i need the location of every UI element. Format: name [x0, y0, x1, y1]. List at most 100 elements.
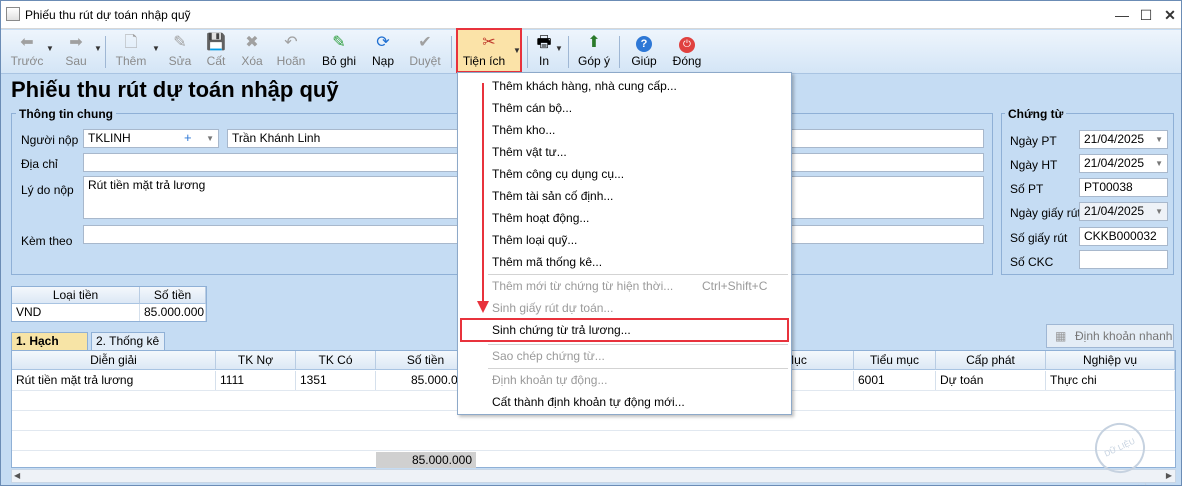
no-pt-label: Số PT	[1010, 182, 1044, 196]
cell-desc[interactable]: Rút tiền mặt trả lương	[12, 371, 216, 390]
utilities-dropdown-icon: ▼	[513, 46, 521, 55]
print-dropdown-icon[interactable]: ▼	[555, 44, 563, 53]
menu-item-copy-voucher[interactable]: Sao chép chứng từ...	[460, 345, 789, 367]
cell-capphat[interactable]: Dự toán	[936, 371, 1046, 390]
save-button[interactable]: 💾 Cất	[199, 32, 233, 72]
maximize-button[interactable]: ☐	[1135, 5, 1157, 25]
menu-item-add-activity[interactable]: Thêm hoạt động...	[460, 207, 789, 229]
general-info-title: Thông tin chung	[16, 107, 116, 121]
menu-item-add-tools[interactable]: Thêm công cụ dụng cụ...	[460, 163, 789, 185]
approve-button[interactable]: ✔ Duyệt	[405, 32, 445, 72]
delete-icon: ✖	[245, 34, 259, 51]
menu-item-add-customer[interactable]: Thêm khách hàng, nhà cung cấp...	[460, 75, 789, 97]
attach-label: Kèm theo	[21, 234, 73, 248]
cell-debit[interactable]: 1111	[216, 371, 296, 390]
date-pt-picker[interactable]: 21/04/2025 ▼	[1079, 130, 1168, 149]
toolbar-separator	[105, 36, 106, 68]
total-amount: 85.000.000	[376, 452, 476, 468]
menu-item-add-material[interactable]: Thêm vật tư...	[460, 141, 789, 163]
checkmark-icon: ✔	[418, 34, 432, 51]
unpost-icon: ✎	[332, 34, 346, 51]
date-wd-picker[interactable]: 21/04/2025 ▼	[1079, 202, 1168, 221]
chevron-down-icon[interactable]: ▼	[206, 131, 214, 146]
delete-button[interactable]: ✖ Xóa	[235, 32, 269, 72]
currency-amount-cell[interactable]: 85.000.000	[140, 304, 206, 321]
tools-icon: ✂	[482, 34, 496, 51]
menu-item-add-stat-code[interactable]: Thêm mã thống kê...	[460, 251, 789, 273]
menu-item-new-from-current[interactable]: Thêm mới từ chứng từ hiện thời... Ctrl+S…	[460, 275, 789, 297]
toolbar-separator	[451, 36, 452, 68]
scroll-right-icon[interactable]: ▶	[1166, 470, 1172, 482]
prev-dropdown-icon[interactable]: ▼	[46, 44, 54, 53]
payer-label: Người nộp	[21, 133, 79, 147]
menu-item-add-fixed-asset[interactable]: Thêm tài sản cố định...	[460, 185, 789, 207]
toolbar-separator	[568, 36, 569, 68]
unpost-button[interactable]: ✎ Bỏ ghi	[319, 32, 359, 72]
col-header-desc: Diễn giải	[12, 351, 216, 370]
menu-item-add-staff[interactable]: Thêm cán bộ...	[460, 97, 789, 119]
no-ckc-label: Số CKC	[1010, 255, 1054, 269]
quick-entry-icon: ▦	[1055, 329, 1067, 343]
tab-stats[interactable]: 2. Thống kê	[91, 332, 165, 350]
arrow-left-icon: ⬅	[20, 34, 34, 51]
chevron-down-icon[interactable]: ▼	[1155, 156, 1163, 171]
cell-tieumuc[interactable]: 6001	[854, 371, 936, 390]
cell-nghiepvu[interactable]: Thực chi	[1046, 371, 1175, 390]
next-dropdown-icon[interactable]: ▼	[94, 44, 102, 53]
arrow-right-icon: ➡	[69, 34, 83, 51]
toolbar: ⬅ Trước ▼ ➡ Sau ▼ 🗋 Thêm ▼ ✎ Sửa 💾 Cất ✖…	[1, 28, 1181, 74]
prev-button[interactable]: ⬅ Trước	[9, 32, 45, 72]
date-ht-label: Ngày HT	[1010, 158, 1058, 172]
reload-button[interactable]: ⟳ Nạp	[365, 32, 401, 72]
menu-item-add-warehouse[interactable]: Thêm kho...	[460, 119, 789, 141]
payer-code-combo[interactable]: TKLINH + ▼	[83, 129, 219, 148]
scroll-left-icon[interactable]: ◀	[14, 470, 20, 482]
annotation-arrow	[477, 83, 489, 313]
no-wd-field[interactable]: CKKB000032	[1079, 227, 1168, 246]
chevron-down-icon[interactable]: ▼	[1155, 204, 1163, 219]
menu-item-add-fund-type[interactable]: Thêm loại quỹ...	[460, 229, 789, 251]
horizontal-scrollbar[interactable]: ◀ ▶	[11, 469, 1176, 483]
title-bar: Phiếu thu rút dự toán nhập quỹ — ☐ ✕	[1, 1, 1181, 29]
help-icon: ?	[626, 33, 662, 53]
cell-credit[interactable]: 1351	[296, 371, 376, 390]
col-header-debit: TK Nợ	[216, 351, 296, 370]
currency-type-header: Loại tiền	[12, 287, 140, 304]
reason-label: Lý do nộp	[21, 183, 74, 197]
window: Phiếu thu rút dự toán nhập quỹ — ☐ ✕ ⬅ T…	[0, 0, 1182, 486]
add-dropdown-icon[interactable]: ▼	[152, 44, 160, 53]
print-button[interactable]: 🖶 In	[531, 32, 557, 72]
utilities-button[interactable]: ✂ Tiện ích ▼	[456, 28, 522, 73]
no-pt-field[interactable]: PT00038	[1079, 178, 1168, 197]
feedback-button[interactable]: ⬆ Góp ý	[575, 32, 613, 72]
date-pt-label: Ngày PT	[1010, 134, 1057, 148]
edit-button[interactable]: ✎ Sửa	[163, 32, 197, 72]
no-ckc-field[interactable]	[1079, 250, 1168, 269]
menu-item-generate-withdrawal[interactable]: Sinh giấy rút dự toán...	[460, 297, 789, 319]
undo-icon: ↶	[284, 34, 298, 51]
minimize-button[interactable]: —	[1111, 5, 1133, 25]
close-button[interactable]: ⏻ Đóng	[668, 32, 706, 72]
close-window-button[interactable]: ✕	[1159, 5, 1181, 25]
printer-icon: 🖶	[536, 34, 552, 51]
currency-type-cell[interactable]: VND	[12, 304, 140, 321]
toolbar-separator	[527, 36, 528, 68]
next-button[interactable]: ➡ Sau	[59, 32, 93, 72]
menu-item-save-auto-entry[interactable]: Cất thành định khoản tự động mới...	[460, 391, 789, 413]
date-wd-label: Ngày giấy rút	[1010, 206, 1081, 220]
quick-entry-button[interactable]: ▦ Định khoản nhanh	[1046, 324, 1174, 348]
tab-accounting[interactable]: 1. Hạch toán	[11, 332, 88, 364]
undo-button[interactable]: ↶ Hoãn	[273, 32, 309, 72]
menu-item-auto-entry[interactable]: Định khoản tự động...	[460, 369, 789, 391]
toolbar-separator	[619, 36, 620, 68]
help-button[interactable]: ? Giúp	[626, 32, 662, 72]
currency-table: Loại tiền Số tiền VND 85.000.000	[11, 286, 207, 322]
date-ht-picker[interactable]: 21/04/2025 ▼	[1079, 154, 1168, 173]
menu-item-generate-payroll[interactable]: Sinh chứng từ trả lương...	[460, 318, 789, 342]
feedback-icon: ⬆	[587, 34, 601, 51]
chevron-down-icon[interactable]: ▼	[1155, 132, 1163, 147]
add-button[interactable]: 🗋 Thêm	[111, 32, 151, 72]
currency-amount-header: Số tiền	[140, 287, 206, 304]
power-icon: ⏻	[668, 33, 706, 53]
add-payer-icon[interactable]: +	[184, 130, 192, 145]
